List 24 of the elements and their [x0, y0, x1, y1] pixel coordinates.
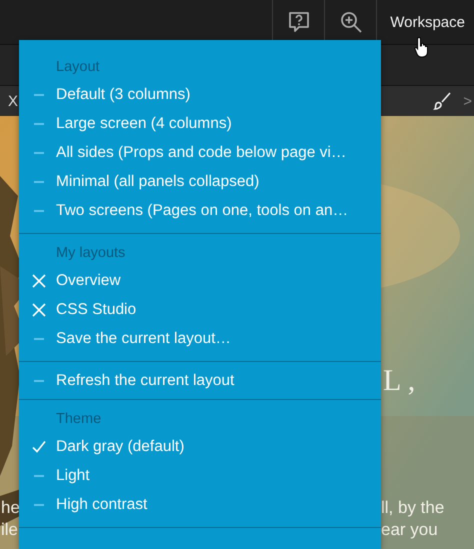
- menu-item[interactable]: Large screen (4 columns): [19, 109, 381, 138]
- hand-cursor-icon: [413, 36, 431, 58]
- menu-item[interactable]: Two screens (Pages on one, tools on an…: [19, 196, 381, 225]
- menu-item[interactable]: CSS Studio: [19, 295, 381, 324]
- brush-icon[interactable]: [433, 91, 454, 111]
- menu-item[interactable]: All sides (Props and code below page vi…: [19, 138, 381, 167]
- page-text: L ,: [383, 364, 416, 398]
- menu-item[interactable]: Light: [19, 461, 381, 490]
- menu-item[interactable]: High contrast: [19, 490, 381, 519]
- page-text: ear you: [381, 520, 438, 540]
- next-tab-button[interactable]: >: [461, 92, 474, 110]
- menu-section-heading: Layout: [55, 58, 101, 77]
- menu-item[interactable]: Minimal (all panels collapsed): [19, 167, 381, 196]
- close-tab-button[interactable]: X: [8, 92, 18, 110]
- menu-item[interactable]: Dark gray (default): [19, 432, 381, 461]
- page-text: ile: [1, 520, 18, 540]
- page-text: he: [1, 498, 20, 518]
- page-text: ll, by the: [381, 498, 444, 518]
- menu-item[interactable]: Default (3 columns): [19, 80, 381, 109]
- menu-section-heading: Theme: [55, 410, 102, 429]
- menu-item[interactable]: Save the current layout…: [19, 324, 381, 353]
- menu-item[interactable]: Refresh the current layout: [19, 366, 381, 395]
- menu-item[interactable]: Overview: [19, 266, 381, 295]
- menu-section-heading: My layouts: [55, 244, 126, 263]
